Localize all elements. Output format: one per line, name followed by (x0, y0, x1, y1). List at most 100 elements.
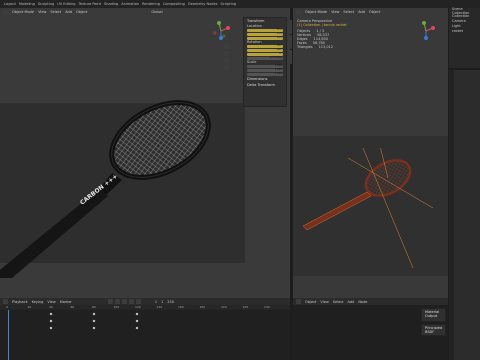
timeline-editor-type[interactable] (3, 299, 8, 304)
zoom-icon[interactable] (224, 44, 229, 49)
navigation-gizmo[interactable] (210, 20, 232, 42)
view-menu[interactable]: View (38, 10, 46, 14)
jump-start-icon[interactable] (107, 299, 113, 304)
marker-menu[interactable]: Marker (60, 300, 72, 304)
statistics-overlay: Objects 1 / 3 Vertices 58,337 Edges 114,650 Fa… (297, 29, 347, 49)
rotation-mode-select[interactable]: XYZ Euler (247, 56, 283, 60)
viewport-tools-right[interactable] (224, 44, 229, 70)
frame-tick-label: 180 (199, 305, 206, 309)
frame-tick-label: 60 (70, 305, 75, 309)
mode-select[interactable]: Object Mode (12, 10, 34, 14)
tennis-racket-model[interactable]: CARBON +++ (0, 78, 245, 278)
keyframe[interactable] (92, 312, 96, 316)
keyframe[interactable] (135, 319, 139, 323)
workspace-tab[interactable]: Texture Paint (78, 2, 101, 6)
node-mode-select[interactable]: Object (305, 300, 316, 304)
current-frame-field[interactable]: 1 (155, 300, 157, 304)
timeline-area[interactable] (0, 310, 290, 360)
delta-transform-header[interactable]: Delta Transform (244, 82, 286, 88)
timeline-header: Playback Keying View Marker 1 1 250 (0, 298, 290, 305)
keyframe[interactable] (135, 326, 139, 330)
location-z-field[interactable]: 0 m (247, 36, 283, 40)
collection-label: (1) Collection | tennis racket (297, 23, 347, 27)
node-menu[interactable]: Node (358, 300, 367, 304)
rotation-y-field[interactable]: -90° (247, 48, 283, 52)
keyframe[interactable] (135, 312, 139, 316)
tab-item[interactable] (288, 20, 292, 34)
grid-icon[interactable] (224, 65, 229, 70)
stat-label: Triangles (297, 45, 313, 49)
frame-tick-label: 120 (135, 305, 141, 309)
node-select-menu[interactable]: Select (333, 300, 344, 304)
node-editor-type[interactable] (296, 299, 301, 304)
navigation-gizmo-right[interactable] (415, 20, 437, 42)
keyframe[interactable] (49, 319, 53, 323)
start-frame-field[interactable]: 1 (161, 300, 163, 304)
workspace-tab[interactable]: Geometry Nodes (188, 2, 218, 6)
viewport-right-header: Object Mode View Select Add Object (293, 8, 448, 16)
keyframe[interactable] (49, 326, 53, 330)
sidebar-n-panel: Transform Location 0 m 0 m 0 m Rotation … (243, 17, 287, 107)
workspace-tab[interactable]: Layout (4, 2, 16, 6)
sidebar-tabs[interactable] (288, 20, 292, 65)
node-principled-bsdf[interactable]: Principled BSDF (421, 324, 446, 336)
frame-tick-label: 200 (221, 305, 227, 309)
playback-controls[interactable] (107, 299, 141, 304)
viewport-left-header: Object Mode View Select Add Object Globa… (0, 8, 290, 16)
workspace-tab[interactable]: Shading (104, 2, 118, 6)
playhead[interactable] (8, 310, 9, 360)
camera-view-icon[interactable] (224, 58, 229, 63)
play-icon[interactable] (121, 299, 127, 304)
tab-tool[interactable] (288, 35, 292, 49)
keyframe[interactable] (49, 312, 53, 316)
keyframe[interactable] (92, 326, 96, 330)
workspace-tab[interactable]: Animation (121, 2, 139, 6)
stat-row: Triangles 113,012 (297, 45, 347, 49)
select-menu-right[interactable]: Select (343, 10, 354, 14)
next-key-icon[interactable] (128, 299, 134, 304)
end-frame-field[interactable]: 250 (167, 300, 174, 304)
frame-tick-label: 80 (92, 305, 96, 309)
workspace-tab[interactable]: Compositing (163, 2, 185, 6)
view-menu-right[interactable]: View (331, 10, 339, 14)
editor-type-button[interactable] (3, 9, 8, 15)
node-material-output[interactable]: Material Output (421, 308, 446, 322)
workspace-tab[interactable]: Rendering (142, 2, 160, 6)
workspace-tabs[interactable]: Layout Modeling Sculpting UV Editing Texture… (0, 0, 480, 8)
playback-menu[interactable]: Playback (12, 300, 28, 304)
frame-tick-label: 0 (6, 305, 8, 309)
outliner-item-racket[interactable]: racket (449, 28, 480, 33)
add-menu-right[interactable]: Add (358, 10, 365, 14)
properties-tabs[interactable] (449, 70, 454, 360)
viewport-overlay-info: Camera Perspective (1) Collection | tenn… (297, 19, 347, 49)
racket-red-model[interactable] (293, 148, 448, 288)
frame-tick-label: 20 (27, 305, 32, 309)
object-menu[interactable]: Object (76, 10, 87, 14)
editor-type-button-right[interactable] (296, 9, 301, 15)
object-menu-right[interactable]: Object (369, 10, 380, 14)
node-view-menu[interactable]: View (320, 300, 328, 304)
tab-view[interactable] (288, 50, 292, 64)
viewport-right[interactable]: Object Mode View Select Add Object Camer… (293, 8, 448, 298)
jump-end-icon[interactable] (135, 299, 141, 304)
outliner: Scene Collection Collection Camera Light… (449, 7, 480, 68)
workspace-tab[interactable]: Modeling (19, 2, 35, 6)
select-menu[interactable]: Select (50, 10, 61, 14)
node-editor-header: Object View Select Add Node (293, 298, 448, 305)
node-add-menu[interactable]: Add (348, 300, 355, 304)
workspace-tab[interactable]: Scripting (220, 2, 236, 6)
add-menu[interactable]: Add (65, 10, 72, 14)
prev-key-icon[interactable] (114, 299, 120, 304)
frame-tick-label: 220 (242, 305, 249, 309)
outliner-title[interactable]: Scene Collection (449, 7, 480, 15)
scale-z-field[interactable]: 1.000 (247, 72, 283, 76)
workspace-tab[interactable]: UV Editing (57, 2, 75, 6)
timeline-view-menu[interactable]: View (47, 300, 55, 304)
keyframe[interactable] (92, 319, 96, 323)
mode-select-right[interactable]: Object Mode (305, 10, 327, 14)
pan-icon[interactable] (224, 51, 229, 56)
transform-orientation[interactable]: Global (151, 10, 162, 14)
keying-menu[interactable]: Keying (32, 300, 44, 304)
node-editor[interactable]: Object View Select Add Node Material Out… (293, 298, 448, 360)
workspace-tab[interactable]: Sculpting (38, 2, 54, 6)
